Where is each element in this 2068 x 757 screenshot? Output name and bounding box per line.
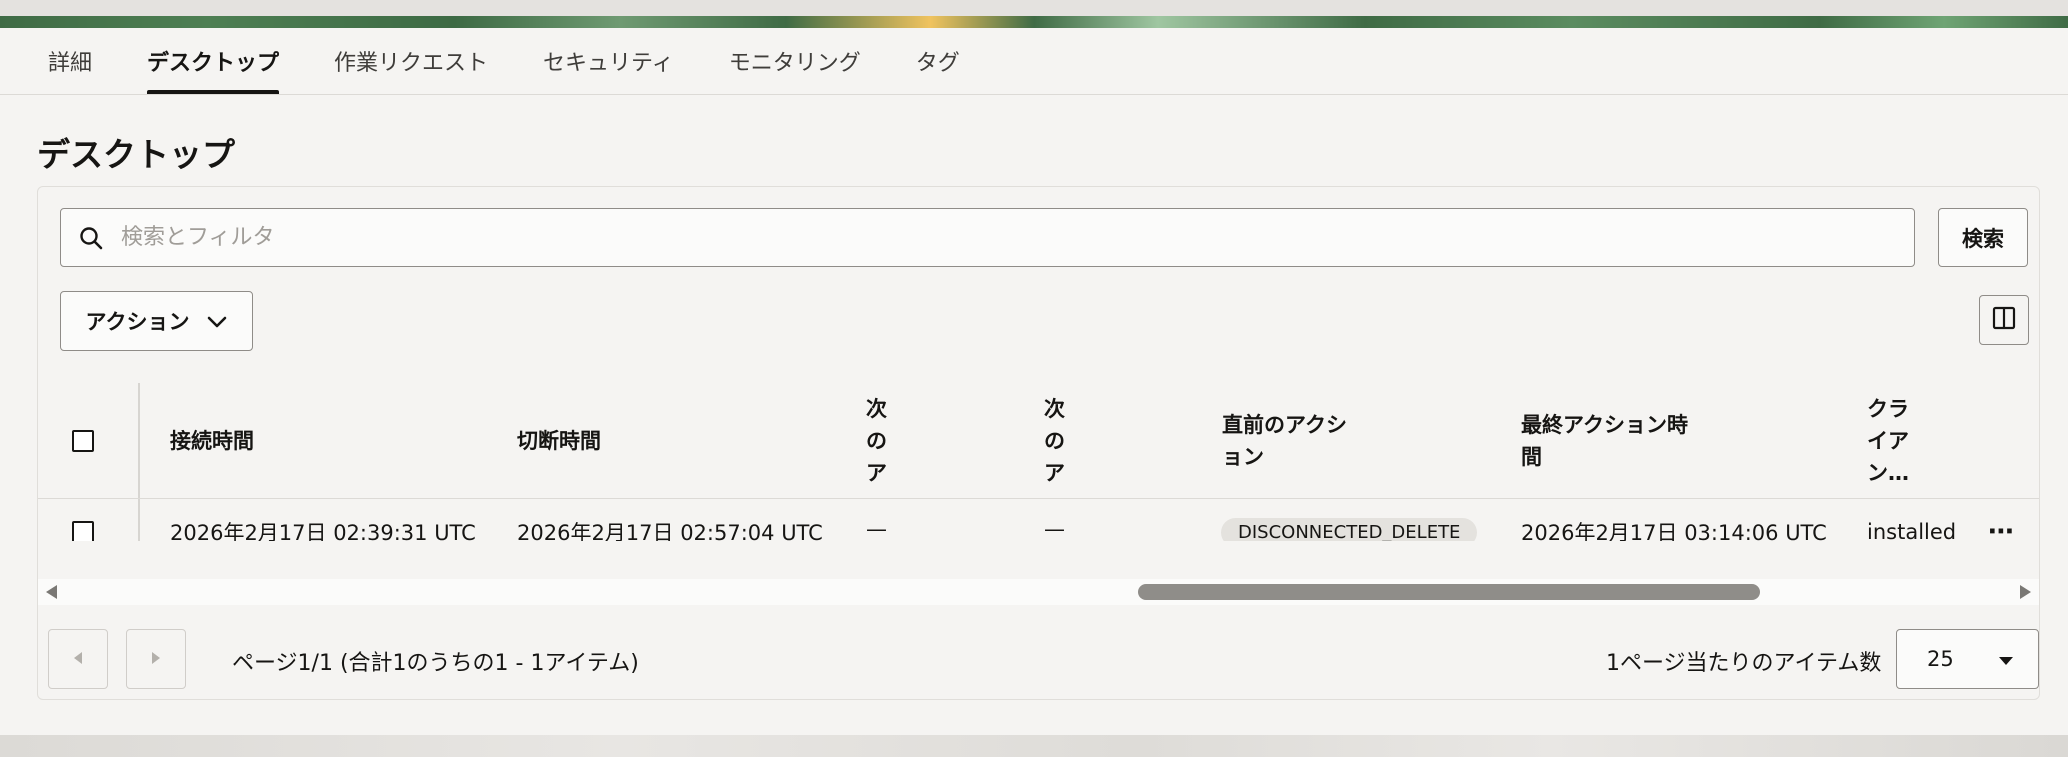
banner-decoration	[0, 16, 2068, 28]
header-last-action[interactable]: 直前のアクシ ョン	[1222, 383, 1347, 499]
items-per-page-value: 25	[1927, 647, 1954, 671]
cell-disconnect-time: 2026年2月17日 02:57:04 UTC	[517, 521, 823, 541]
tab-bar: 詳細 デスクトップ 作業リクエスト セキュリティ モニタリング タグ	[0, 28, 2068, 95]
items-per-page-label: 1ページ当たりのアイテム数	[1606, 651, 1882, 676]
header-banner	[0, 0, 2068, 16]
tab-desktops[interactable]: デスクトップ	[127, 28, 299, 94]
pagination-info: ページ1/1 (合計1のうちの1 - 1アイテム)	[232, 651, 639, 676]
cell-client: installed	[1867, 520, 1957, 541]
tab-security[interactable]: セキュリティ	[523, 28, 694, 94]
desktops-table: 接続時間 切断時間 次 の ア 次 の ア 直前のアクシ ョン 最終アクション時…	[38, 383, 2039, 541]
desktops-panel: 検索 アクション 接続時間 切断時間 次 の ア 次 の ア 直前のアクシ ョン…	[37, 186, 2040, 700]
tab-tags[interactable]: タグ	[896, 28, 980, 94]
column-layout-button[interactable]	[1979, 295, 2029, 345]
header-last-action-time[interactable]: 最終アクション時 間	[1521, 383, 1688, 499]
caret-down-icon	[1998, 647, 2014, 671]
caret-right-icon	[151, 650, 161, 669]
status-badge: DISCONNECTED_DELETE	[1221, 517, 1478, 541]
next-page-button[interactable]	[126, 629, 186, 689]
page-title: デスクトップ	[37, 135, 235, 174]
table-row[interactable]: 2026年2月17日 02:39:31 UTC 2026年2月17日 02:57…	[38, 499, 2039, 541]
scroll-right-icon[interactable]	[2020, 585, 2031, 599]
search-icon	[61, 225, 121, 251]
actions-menu-button[interactable]: アクション	[60, 291, 253, 351]
scroll-left-icon[interactable]	[46, 585, 57, 599]
chevron-down-icon	[207, 309, 227, 333]
search-box	[60, 208, 1915, 267]
cell-next-1: —	[866, 517, 887, 541]
scroll-thumb[interactable]	[1138, 584, 1760, 600]
header-client[interactable]: クラ イア ン…	[1867, 383, 1909, 499]
footer-decoration	[0, 735, 2068, 757]
header-disconnect-time[interactable]: 切断時間	[517, 383, 601, 499]
cell-last-action-time: 2026年2月17日 03:14:06 UTC	[1521, 521, 1827, 541]
header-next-2[interactable]: 次 の ア	[1044, 383, 1065, 499]
tab-details[interactable]: 詳細	[28, 28, 112, 94]
cell-next-2: —	[1044, 517, 1065, 541]
horizontal-scrollbar[interactable]	[38, 579, 2039, 605]
split-view-icon	[1992, 306, 2016, 334]
actions-label: アクション	[85, 310, 190, 334]
row-menu-icon[interactable]: ⋯	[1988, 499, 2014, 541]
search-input[interactable]	[121, 209, 1914, 266]
table-header-row: 接続時間 切断時間 次 の ア 次 の ア 直前のアクシ ョン 最終アクション時…	[38, 383, 2039, 499]
search-button[interactable]: 検索	[1938, 208, 2028, 267]
tab-monitoring[interactable]: モニタリング	[709, 28, 881, 94]
caret-left-icon	[73, 650, 83, 669]
header-connect-time[interactable]: 接続時間	[170, 383, 254, 499]
previous-page-button[interactable]	[48, 629, 108, 689]
select-all-checkbox[interactable]	[72, 430, 94, 452]
items-per-page-select[interactable]: 25	[1896, 629, 2039, 689]
header-next-1[interactable]: 次 の ア	[866, 383, 887, 499]
cell-connect-time: 2026年2月17日 02:39:31 UTC	[170, 521, 476, 541]
row-checkbox[interactable]	[72, 521, 94, 541]
tab-work-requests[interactable]: 作業リクエスト	[314, 28, 508, 94]
